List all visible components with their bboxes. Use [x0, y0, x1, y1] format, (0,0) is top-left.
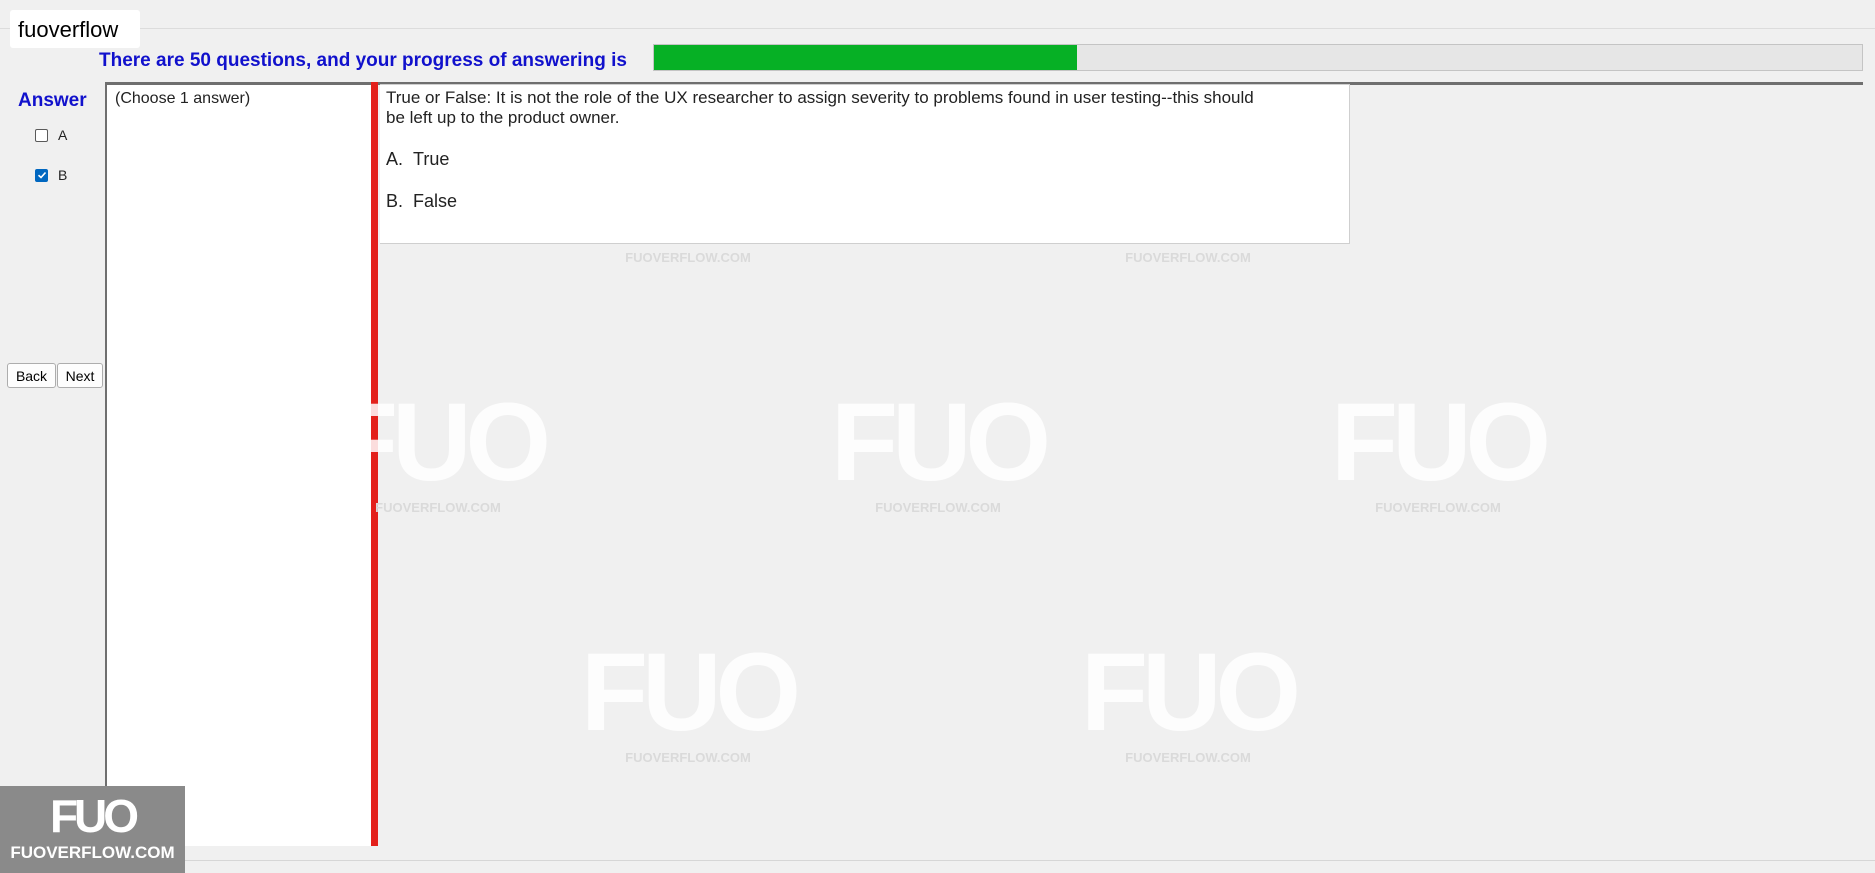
watermark-logo: FUO [580, 631, 801, 754]
corner-logo-site: FUOVERFLOW.COM [10, 843, 175, 862]
watermark-logo: FUO [1080, 631, 1301, 754]
window-top-divider [0, 28, 1875, 29]
watermark-logo: FUO [1330, 381, 1551, 504]
question-text: True or False: It is not the role of the… [386, 88, 1254, 127]
progress-label: There are 50 questions, and your progres… [99, 50, 627, 71]
watermark: FUO FUOVERFLOW.COM [1328, 381, 1551, 516]
option-text: False [413, 191, 458, 211]
watermark: FUO FUOVERFLOW.COM [1078, 631, 1301, 766]
watermark: FUO FUOVERFLOW.COM [828, 381, 1051, 516]
answer-choice-label: B [58, 167, 68, 183]
option-b: B. False [386, 191, 457, 212]
option-text: True [413, 149, 450, 169]
checkbox-a[interactable] [35, 128, 48, 142]
checkbox-b[interactable] [35, 168, 48, 182]
question-box: True or False: It is not the role of the… [380, 84, 1350, 244]
next-button[interactable]: Next [57, 363, 103, 388]
watermark-logo: FUO [330, 381, 551, 504]
watermark: FUO FUOVERFLOW.COM [578, 631, 801, 766]
progress-bar-fill [654, 45, 1077, 70]
corner-logo-mark: FUO [49, 790, 139, 842]
progress-bar [653, 44, 1863, 71]
option-letter: B. [386, 191, 404, 211]
option-a: A. True [386, 149, 449, 170]
back-button[interactable]: Back [7, 363, 56, 388]
instructions-text: (Choose 1 answer) [115, 90, 251, 107]
answer-heading: Answer [18, 90, 87, 111]
option-letter: A. [386, 149, 404, 169]
watermark: FUO FUOVERFLOW.COM [328, 381, 551, 516]
answer-choice-b[interactable]: B [35, 167, 67, 183]
app-title: fuoverflow [10, 10, 140, 48]
watermark-logo: FUO [830, 381, 1051, 504]
corner-logo: FUO FUOVERFLOW.COM [0, 786, 185, 873]
status-divider [185, 860, 1875, 861]
checkmark-icon [37, 171, 46, 179]
answer-choice-label: A [58, 127, 68, 143]
answer-choice-a[interactable]: A [35, 127, 67, 143]
